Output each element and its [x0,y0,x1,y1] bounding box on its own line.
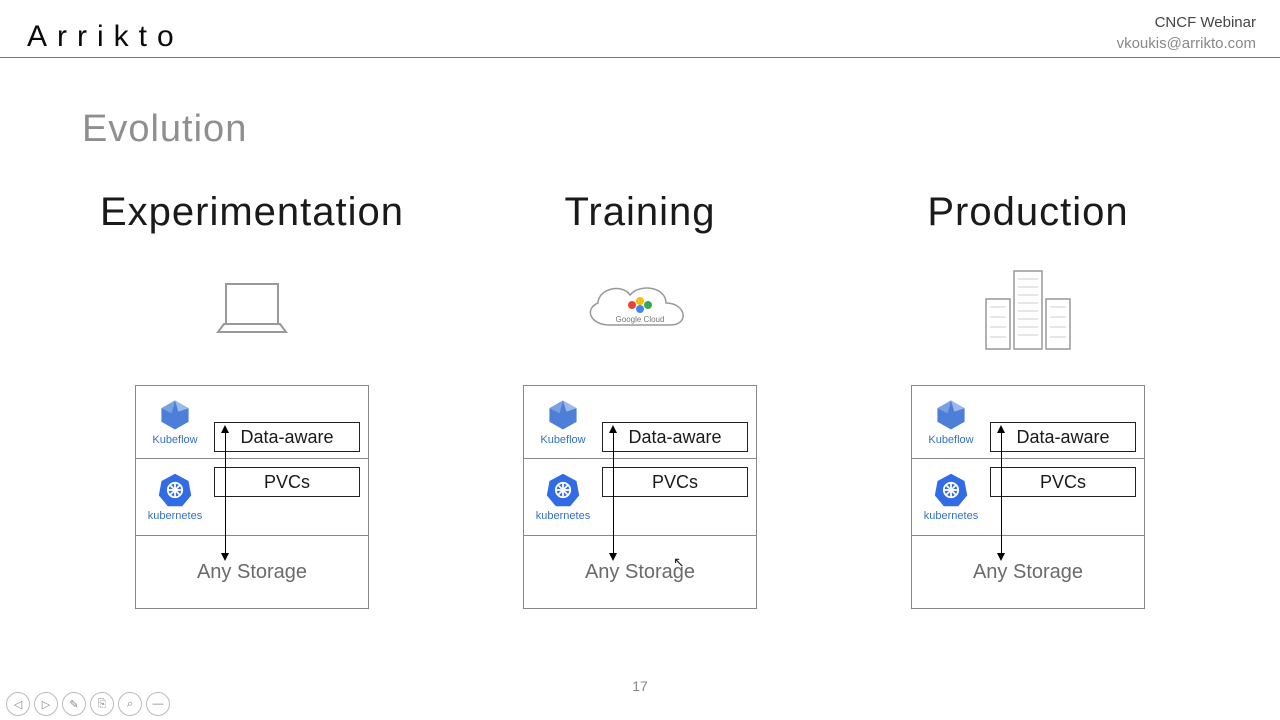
kubernetes-row: kubernetes PVCs [523,458,757,536]
data-aware-box: Data-aware [214,422,360,452]
env-datacenter-icon [968,265,1088,355]
pen-button[interactable]: ✎ [62,692,86,716]
arrow-shaft [1001,427,1002,557]
col-training: Training Google Cloud Kubeflow Data-awar… [470,190,810,609]
kubeflow-row: Kubeflow Data-aware [135,385,369,459]
kubeflow-icon [546,398,580,432]
arrow-up-icon [997,425,1005,433]
slide: Arrikto CNCF Webinar vkoukis@arrikto.com… [0,0,1280,720]
kubeflow-icon [158,398,192,432]
meta-title: CNCF Webinar [1117,12,1256,33]
slide-subtitle: Evolution [82,108,247,151]
kubernetes-label: kubernetes [924,510,978,522]
col-heading: Training [564,190,715,235]
page-number: 17 [0,678,1280,694]
storage-row: Any Storage [523,535,757,609]
more-button[interactable]: — [146,692,170,716]
pvcs-box: PVCs [602,467,748,497]
kubeflow-logo: Kubeflow [532,398,594,446]
storage-row: Any Storage [135,535,369,609]
kubernetes-row: kubernetes PVCs [135,458,369,536]
kubernetes-logo: kubernetes [920,472,982,522]
col-heading: Production [927,190,1128,235]
arrow-down-icon [609,553,617,561]
env-laptop-icon [210,265,294,355]
arrow-up-icon [221,425,229,433]
prev-button[interactable]: ◁ [6,692,30,716]
slides-button[interactable]: ⎘ [90,692,114,716]
kubernetes-label: kubernetes [536,510,590,522]
kubernetes-icon [545,472,581,508]
meta-email: vkoukis@arrikto.com [1117,33,1256,54]
kubeflow-row: Kubeflow Data-aware [523,385,757,459]
pvcs-box: PVCs [214,467,360,497]
brand-logo: Arrikto [27,20,184,54]
stack: Kubeflow Data-aware kubernetes PVCs [135,385,369,609]
env-cloud-icon: Google Cloud [570,265,710,355]
arrow-up-icon [609,425,617,433]
kubeflow-label: Kubeflow [152,434,197,446]
presenter-controls: ◁ ▷ ✎ ⎘ ⌕ — [6,692,170,716]
arrow-shaft [613,427,614,557]
kubernetes-logo: kubernetes [144,472,206,522]
kubeflow-row: Kubeflow Data-aware [911,385,1145,459]
google-cloud-label: Google Cloud [616,315,665,324]
stack: Kubeflow Data-aware kubernetes PVCs Any … [523,385,757,609]
kubeflow-label: Kubeflow [928,434,973,446]
kubernetes-logo: kubernetes [532,472,594,522]
kubernetes-row: kubernetes PVCs [911,458,1145,536]
next-button[interactable]: ▷ [34,692,58,716]
arrow-shaft [225,427,226,557]
kubeflow-logo: Kubeflow [144,398,206,446]
kubernetes-icon [933,472,969,508]
kubeflow-icon [934,398,968,432]
arrow-down-icon [221,553,229,561]
col-experimentation: Experimentation Kubeflow [82,190,422,609]
header-rule [0,57,1280,58]
kubeflow-label: Kubeflow [540,434,585,446]
data-aware-box: Data-aware [990,422,1136,452]
arrow-down-icon [997,553,1005,561]
kubeflow-logo: Kubeflow [920,398,982,446]
kubernetes-icon [157,472,193,508]
data-aware-box: Data-aware [602,422,748,452]
zoom-button[interactable]: ⌕ [118,692,142,716]
columns: Experimentation Kubeflow [0,190,1280,609]
col-production: Production Kubeflow [858,190,1198,609]
col-heading: Experimentation [100,190,404,235]
storage-row: Any Storage [911,535,1145,609]
slide-meta: CNCF Webinar vkoukis@arrikto.com [1117,12,1256,54]
stack: Kubeflow Data-aware kubernetes PVCs Any … [911,385,1145,609]
pvcs-box: PVCs [990,467,1136,497]
kubernetes-label: kubernetes [148,510,202,522]
